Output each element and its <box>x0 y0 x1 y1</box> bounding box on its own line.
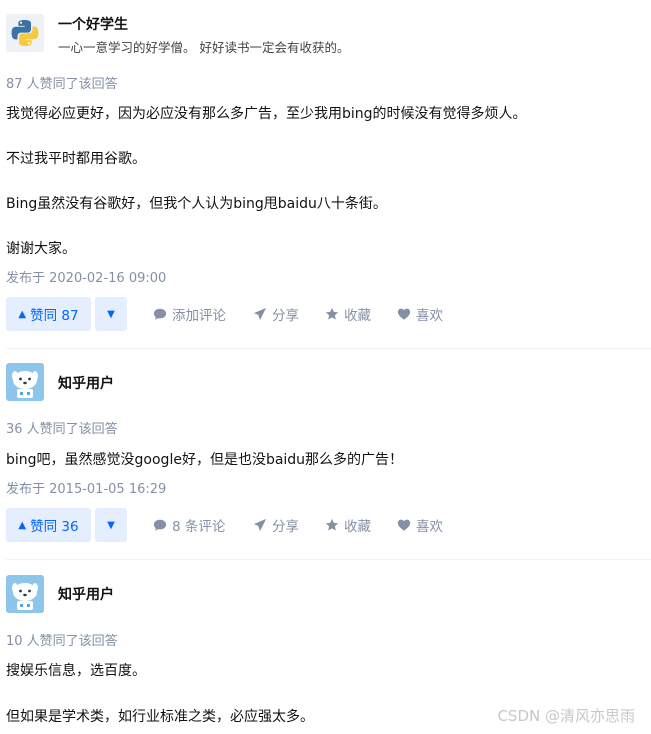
comment-button[interactable]: 8 条评论 <box>153 508 225 542</box>
like-label: 喜欢 <box>416 519 443 535</box>
publish-time[interactable]: 发布于 2015-01-05 16:29 <box>6 478 166 497</box>
author-name[interactable]: 知乎用户 <box>58 584 114 604</box>
avatar[interactable] <box>6 363 44 401</box>
watermark: CSDN @清风亦思雨 <box>497 707 635 725</box>
like-label: 喜欢 <box>416 308 443 324</box>
triangle-up-icon: ▲ <box>18 308 27 320</box>
collect-button[interactable]: 收藏 <box>325 297 371 331</box>
star-icon <box>325 307 339 320</box>
collect-label: 收藏 <box>344 519 371 535</box>
comment-label: 8 条评论 <box>172 519 226 535</box>
zhihu-default-avatar-icon <box>6 575 44 613</box>
divider <box>6 348 651 349</box>
upvote-label: 赞同 36 <box>30 519 79 535</box>
vote-count-text: 10 人赞同了该回答 <box>6 634 118 649</box>
share-button[interactable]: 分享 <box>253 508 299 542</box>
share-label: 分享 <box>272 308 299 324</box>
answer-paragraph: 我觉得必应更好，因为必应没有那么多广告，至少我用bing的时候没有觉得多烦人。 <box>6 106 527 122</box>
triangle-up-icon: ▲ <box>18 519 27 531</box>
publish-time[interactable]: 发布于 2020-02-16 09:00 <box>6 267 166 286</box>
action-bar: ▲ 赞同 87 ▼ 添加评论 分享 收藏 喜欢 <box>6 297 646 331</box>
comment-icon <box>153 308 167 320</box>
collect-label: 收藏 <box>344 308 371 324</box>
share-label: 分享 <box>272 519 299 535</box>
heart-icon <box>397 519 411 531</box>
upvote-button[interactable]: ▲ 赞同 87 <box>6 297 91 331</box>
like-button[interactable]: 喜欢 <box>397 297 443 331</box>
vote-count-text: 36 人赞同了该回答 <box>6 422 118 437</box>
star-icon <box>325 518 339 531</box>
like-button[interactable]: 喜欢 <box>397 508 443 542</box>
zhihu-default-avatar-icon <box>6 363 44 401</box>
answer-paragraph: bing吧，虽然感觉没google好，但是也没baidu那么多的广告！ <box>6 452 404 468</box>
divider <box>6 559 651 560</box>
comment-label: 添加评论 <box>172 308 226 324</box>
vote-count-text: 87 人赞同了该回答 <box>6 77 118 92</box>
upvote-button[interactable]: ▲ 赞同 36 <box>6 508 91 542</box>
comment-button[interactable]: 添加评论 <box>153 297 226 331</box>
answer-paragraph: 但如果是学术类，如行业标准之类，必应强太多。 <box>6 709 314 725</box>
heart-icon <box>397 308 411 320</box>
answer-paragraph: 不过我平时都用谷歌。 <box>6 151 146 167</box>
triangle-down-icon: ▼ <box>107 308 115 320</box>
collect-button[interactable]: 收藏 <box>325 508 371 542</box>
author-name[interactable]: 知乎用户 <box>58 373 114 393</box>
avatar[interactable] <box>6 14 44 52</box>
answer-paragraph: 搜娱乐信息，选百度。 <box>6 663 146 679</box>
share-icon <box>253 518 267 532</box>
action-bar: ▲ 赞同 36 ▼ 8 条评论 分享 收藏 喜欢 <box>6 508 646 542</box>
answer-paragraph: Bing虽然没有谷歌好，但我个人认为bing甩baidu八十条街。 <box>6 196 387 212</box>
answer-paragraph: 谢谢大家。 <box>6 241 76 257</box>
share-button[interactable]: 分享 <box>253 297 299 331</box>
author-bio: 一心一意学习的好学僧。 好好读书一定会有收获的。 <box>58 40 350 55</box>
avatar[interactable] <box>6 575 44 613</box>
triangle-down-icon: ▼ <box>107 519 115 531</box>
author-name[interactable]: 一个好学生 <box>58 14 128 34</box>
downvote-button[interactable]: ▼ <box>95 508 127 542</box>
comment-icon <box>153 519 167 531</box>
downvote-button[interactable]: ▼ <box>95 297 127 331</box>
python-logo-icon <box>6 14 44 52</box>
upvote-label: 赞同 87 <box>30 308 79 324</box>
share-icon <box>253 307 267 321</box>
